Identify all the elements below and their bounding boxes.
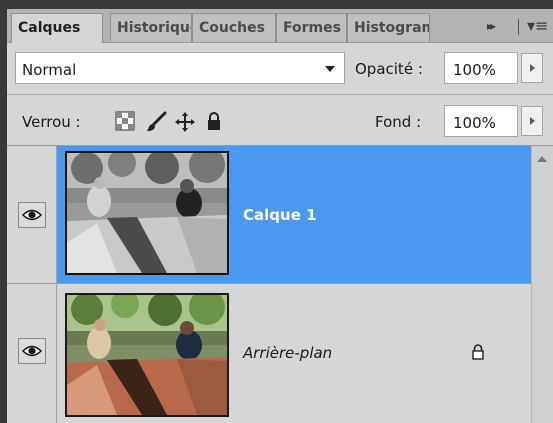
layer-thumbnail (65, 151, 229, 275)
fill-input[interactable]: 100% (444, 105, 518, 137)
fill-value: 100% (453, 114, 496, 132)
lock-pixels-brush-icon[interactable] (145, 111, 167, 131)
tab-label: Calques (18, 20, 81, 36)
layer-name[interactable]: Calque 1 (243, 206, 317, 224)
lock-all-padlock-icon[interactable] (204, 111, 226, 131)
chevron-down-icon (325, 66, 335, 72)
tab-label: Historique (117, 20, 192, 36)
fill-slider-button[interactable] (521, 106, 543, 136)
blend-mode-select[interactable]: Normal (15, 52, 345, 84)
opacity-input[interactable]: 100% (444, 52, 518, 84)
layers-panel: Calques Historique Couches Formes Histog… (7, 9, 553, 423)
tab-couches[interactable]: Couches (192, 13, 276, 42)
opacity-value: 100% (453, 61, 496, 79)
eye-icon (22, 209, 42, 221)
layer-row-arriere-plan[interactable]: Arrière-plan (7, 284, 531, 423)
visibility-cell (7, 146, 57, 283)
opacity-slider-button[interactable] (521, 53, 543, 83)
layer-name[interactable]: Arrière-plan (243, 344, 332, 362)
layer-thumbnail (65, 293, 229, 417)
padlock-icon (471, 344, 485, 364)
tab-label: Couches (199, 20, 265, 36)
lock-transparency-icon[interactable] (115, 111, 137, 131)
visibility-cell (7, 284, 57, 423)
tab-calques[interactable]: Calques (11, 13, 103, 43)
divider (7, 94, 553, 95)
visibility-toggle[interactable] (18, 202, 46, 228)
tab-label: Histogramme (354, 20, 429, 36)
divider (518, 19, 519, 35)
opacity-label: Opacité : (355, 60, 423, 78)
layers-list: Calque 1 Arrière-plan (7, 146, 531, 423)
tab-histogramme[interactable]: Histogramme (347, 13, 430, 42)
eye-icon (22, 345, 42, 357)
tab-controls: ▸▸ ▾≡ (469, 13, 553, 42)
visibility-toggle[interactable] (18, 338, 46, 364)
fill-label: Fond : (375, 113, 422, 131)
lock-label: Verrou : (22, 113, 81, 131)
tab-historique[interactable]: Historique (110, 13, 192, 42)
panel-tab-bar: Calques Historique Couches Formes Histog… (7, 9, 553, 43)
tab-formes[interactable]: Formes (276, 13, 347, 42)
tab-label: Formes (283, 20, 341, 36)
layers-scrollbar[interactable] (531, 146, 553, 423)
panel-menu-icon[interactable]: ▾≡ (527, 16, 548, 35)
blend-mode-value: Normal (22, 61, 77, 79)
collapse-panels-icon[interactable]: ▸▸ (487, 19, 496, 33)
layer-row-calque-1[interactable]: Calque 1 (7, 146, 531, 283)
scroll-up-arrow-icon[interactable] (537, 156, 547, 162)
lock-position-move-icon[interactable] (174, 111, 196, 132)
